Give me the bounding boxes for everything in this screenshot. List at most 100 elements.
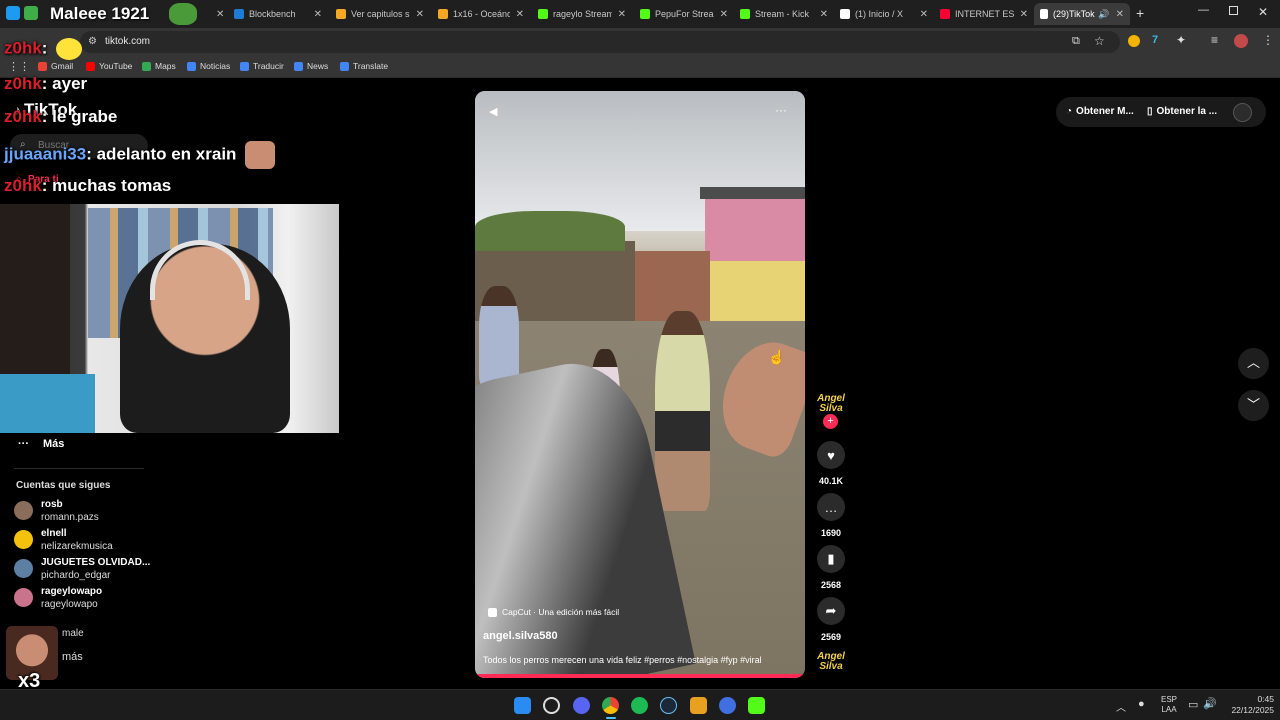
media-control-icon[interactable]: ≡	[1211, 33, 1218, 47]
share-count: 2569	[820, 632, 842, 642]
tray-overflow-icon[interactable]: ︿	[1116, 699, 1126, 714]
tab-label: Ver capitulos s	[351, 9, 410, 19]
tab-close-icon[interactable]: ✕	[314, 9, 322, 20]
bookmark-translate[interactable]: Translate	[340, 61, 388, 71]
tab-blockbench[interactable]: Blockbench ✕	[228, 3, 328, 25]
language-indicator[interactable]: ESP LAA	[1161, 695, 1177, 715]
tab-internet[interactable]: INTERNET ESTA ✕	[934, 3, 1034, 25]
tab-tiktok[interactable]: (29)TikTok 🔊 ✕	[1034, 3, 1130, 25]
browser-menu-icon[interactable]	[6, 6, 20, 20]
bookmark-label: Noticias	[200, 61, 231, 71]
tab-close-icon[interactable]: ✕	[1116, 9, 1124, 20]
network-icon[interactable]: ▭	[1188, 698, 1198, 711]
microphone-icon[interactable]: ●	[1138, 698, 1145, 710]
tab-close-icon[interactable]: ✕	[416, 9, 424, 20]
tab-close-icon[interactable]: ✕	[1020, 9, 1028, 20]
profile-avatar[interactable]	[1233, 103, 1252, 122]
restore-icon[interactable]	[1229, 6, 1238, 15]
settings-gear-icon[interactable]	[543, 697, 560, 714]
following-account[interactable]: JUGUETES OLVIDAD... pichardo_edgar	[14, 557, 150, 582]
kick-app-icon[interactable]	[748, 697, 765, 714]
see-more-link[interactable]: más	[62, 651, 83, 663]
bookmark-youtube[interactable]: YouTube	[86, 61, 132, 71]
bookmark-news[interactable]: News	[294, 61, 328, 71]
bookmark-traducir[interactable]: Traducir	[240, 61, 284, 71]
tab-pepufor-stream[interactable]: PepuFor Stream ✕	[634, 3, 734, 25]
bookmark-gmail[interactable]: Gmail	[38, 61, 73, 71]
like-button[interactable]: ♥	[817, 441, 845, 469]
music-disc[interactable]: Angel Silva	[813, 652, 849, 676]
following-account[interactable]: rageylowapo rageylowapo	[14, 586, 102, 611]
apps-grid-icon[interactable]: ⋮⋮	[8, 60, 30, 73]
get-app-button[interactable]: ▯ Obtener la ...	[1147, 106, 1217, 117]
video-progress-bar[interactable]	[475, 674, 805, 678]
video-author[interactable]: angel.silva580	[483, 630, 558, 642]
video-trees	[475, 211, 625, 251]
tab-close-icon[interactable]: ✕	[920, 9, 928, 20]
comment-button[interactable]: …	[817, 493, 845, 521]
bookmark-star-icon[interactable]: ☆	[1094, 34, 1105, 48]
clock-time: 0:45	[1257, 694, 1274, 704]
following-account[interactable]: elnell nelizarekmusica	[14, 528, 113, 553]
bookmark-maps[interactable]: Maps	[142, 61, 176, 71]
bookmark-noticias[interactable]: Noticias	[187, 61, 230, 71]
chat-text: : ayer	[41, 74, 88, 93]
tab-strip-icon[interactable]	[24, 6, 38, 20]
translate-extension-icon[interactable]: 7	[1152, 34, 1158, 46]
more-button[interactable]: ··· Más	[18, 438, 64, 450]
close-window-icon[interactable]: ✕	[1258, 5, 1268, 19]
following-account[interactable]: rosb romann.pazs	[14, 499, 99, 524]
following-partial-user[interactable]: male	[62, 628, 84, 639]
capcut-tag[interactable]: CapCut · Una edición más fácil	[488, 607, 619, 617]
translate-icon	[240, 61, 249, 71]
steam-icon[interactable]	[660, 697, 677, 714]
site-info-icon[interactable]: ⚙	[88, 36, 97, 47]
tab-close-icon[interactable]: ✕	[618, 9, 626, 20]
tab-rageylo-stream[interactable]: rageylo Stream ✕	[532, 3, 632, 25]
mouse-cursor-icon: ☝	[768, 349, 786, 365]
save-button[interactable]: ▮	[817, 545, 845, 573]
follow-plus-icon[interactable]: +	[823, 414, 838, 429]
tab-stream-kick[interactable]: Stream - Kick ✕	[734, 3, 834, 25]
game-launcher-icon[interactable]	[690, 697, 707, 714]
chrome-icon[interactable]	[602, 697, 619, 714]
discord-icon[interactable]	[573, 697, 590, 714]
news-icon	[187, 61, 196, 71]
tab-close-icon[interactable]: ✕	[216, 9, 224, 20]
tab-close-icon[interactable]: ✕	[720, 9, 728, 20]
tab-close-icon[interactable]: ✕	[820, 9, 828, 20]
new-tab-button[interactable]: +	[1136, 5, 1144, 21]
tab-close-icon[interactable]: ✕	[516, 9, 524, 20]
video-options-icon[interactable]: ···	[775, 103, 787, 117]
gmail-icon	[38, 61, 47, 71]
windows-start-icon[interactable]	[514, 697, 531, 714]
profile-avatar[interactable]	[1234, 34, 1248, 48]
kebab-menu-icon[interactable]: ⋮	[1262, 33, 1274, 47]
volume-icon[interactable]: 🔊	[1203, 697, 1217, 710]
heart-icon: ♥	[827, 447, 835, 463]
bookmark-label: Translate	[353, 61, 389, 71]
tab-oceano[interactable]: 1x16 - Oceáno ✕	[432, 3, 530, 25]
clock[interactable]: 0:45 22/12/2025	[1220, 694, 1274, 716]
browser-app-icon[interactable]	[719, 697, 736, 714]
address-text: tiktok.com	[105, 36, 151, 47]
video-player[interactable]: ◀ ··· CapCut · Una edición más fácil ang…	[475, 91, 805, 678]
address-bar[interactable]: ⚙ tiktok.com ⧉ ☆	[80, 31, 1120, 53]
get-coins-button[interactable]: ◔ Obtener M...	[1066, 106, 1134, 117]
next-video-button[interactable]: ﹀	[1238, 390, 1269, 421]
spotify-icon[interactable]	[631, 697, 648, 714]
extension-icon[interactable]	[1128, 35, 1140, 47]
get-app-label: Obtener la ...	[1156, 106, 1218, 117]
mute-icon[interactable]: ◀	[489, 105, 497, 118]
streamer-webcam	[0, 204, 339, 433]
share-button[interactable]: ➦	[817, 597, 845, 625]
tab-ver-capitulos[interactable]: Ver capitulos s ✕	[330, 3, 430, 25]
tab-maleee[interactable]: Maleee 1921 ✕	[44, 3, 224, 25]
speaker-icon[interactable]: 🔊	[1098, 9, 1109, 20]
install-app-icon[interactable]: ⧉	[1072, 35, 1080, 48]
minimize-icon[interactable]: —	[1198, 4, 1209, 16]
tab-x-inicio[interactable]: (1) Inicio / X ✕	[834, 3, 934, 25]
capcut-icon	[488, 607, 497, 617]
extensions-puzzle-icon[interactable]: ✦	[1176, 33, 1186, 47]
previous-video-button[interactable]: ︿	[1238, 348, 1269, 379]
